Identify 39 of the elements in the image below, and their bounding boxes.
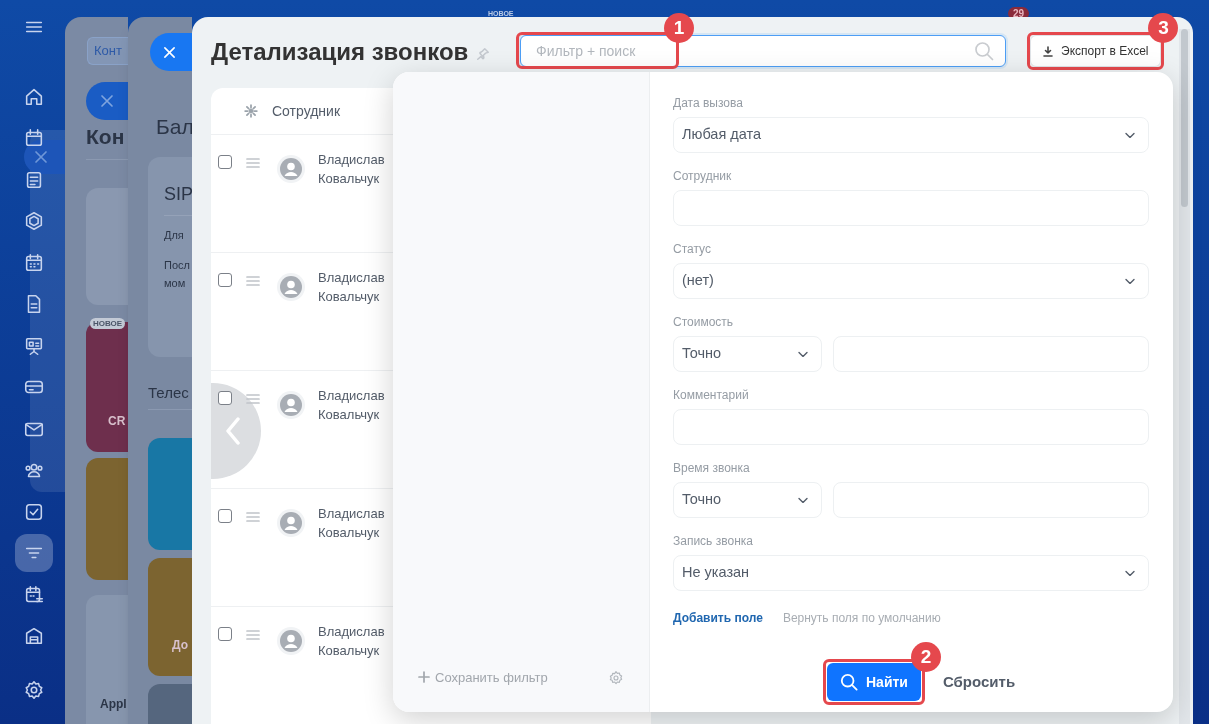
field-label: Сотрудник: [673, 169, 733, 183]
page-title: Детализация звонков: [211, 37, 469, 67]
card-text: Посл: [164, 258, 190, 273]
column-header[interactable]: Сотрудник: [272, 100, 340, 122]
field-label: Статус: [673, 242, 712, 256]
card-label: До: [172, 637, 189, 654]
new-badge: НОВОЕ: [90, 318, 126, 329]
reset-button[interactable]: Сбросить: [942, 670, 1016, 694]
employee-name[interactable]: Владислав Ковальчук: [318, 268, 388, 306]
callout-badge: 3: [1148, 13, 1179, 43]
panel-heading: Бал: [156, 114, 192, 140]
panel-heading: Кон: [86, 124, 125, 150]
field-label: Время звонка: [673, 461, 751, 475]
card-label: CR: [108, 413, 126, 430]
callout-badge: 2: [910, 642, 941, 672]
select-field[interactable]: (нет): [673, 263, 1149, 299]
field-label: Комментарий: [673, 388, 750, 402]
card-title: SIP: [164, 183, 192, 206]
callout-badge: 1: [664, 13, 694, 43]
employee-name[interactable]: Владислав Ковальчук: [318, 622, 388, 660]
employee-name[interactable]: Владислав Ковальчук: [318, 504, 388, 542]
select-field[interactable]: Любая дата: [673, 117, 1149, 153]
employee-name[interactable]: Владислав Ковальчук: [318, 150, 388, 188]
section-heading: Телес: [148, 383, 189, 403]
app-card[interactable]: Appl: [86, 595, 128, 724]
card-label: Appl: [100, 696, 127, 713]
field-label: Запись звонка: [673, 534, 754, 548]
card-text: Для: [164, 228, 184, 243]
add-field-link[interactable]: Добавить поле: [673, 609, 763, 627]
select-field[interactable]: Точно: [673, 482, 822, 518]
employee-name[interactable]: Владислав Ковальчук: [318, 386, 388, 424]
field-label: Стоимость: [673, 315, 735, 329]
export-button[interactable]: Экспорт в Excel: [1030, 35, 1162, 67]
select-field[interactable]: Точно: [673, 336, 822, 372]
search-field[interactable]: Фильтр + поиск: [520, 35, 1006, 67]
field-label: Дата вызова: [673, 96, 744, 110]
select-field[interactable]: Не указан: [673, 555, 1149, 591]
find-button[interactable]: Найти: [827, 663, 921, 701]
card-text: мом: [164, 276, 186, 291]
